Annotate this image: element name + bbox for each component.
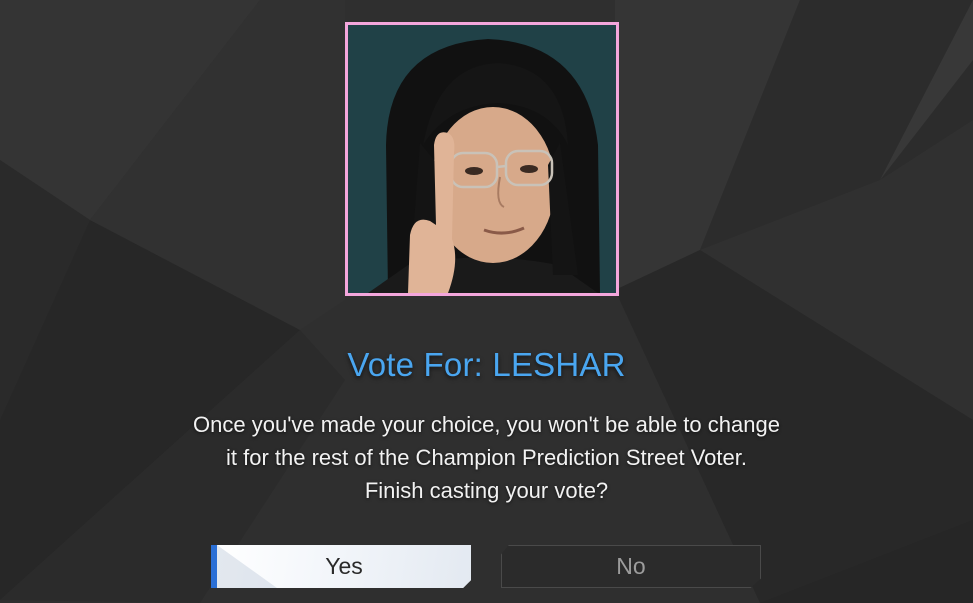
message-line: it for the rest of the Champion Predicti… (226, 445, 747, 470)
no-button-label: No (616, 553, 646, 579)
no-button[interactable]: No (501, 545, 761, 588)
yes-button-label: Yes (325, 553, 363, 579)
message-line: Once you've made your choice, you won't … (193, 412, 780, 437)
confirmation-message: Once you've made your choice, you won't … (0, 408, 973, 507)
player-portrait-frame (345, 22, 619, 296)
message-line: Finish casting your vote? (364, 478, 609, 503)
player-portrait-icon (348, 25, 616, 293)
vote-title: Vote For: LESHAR (347, 346, 626, 383)
yes-button[interactable]: Yes (211, 545, 471, 588)
button-accent-shape (217, 545, 277, 588)
